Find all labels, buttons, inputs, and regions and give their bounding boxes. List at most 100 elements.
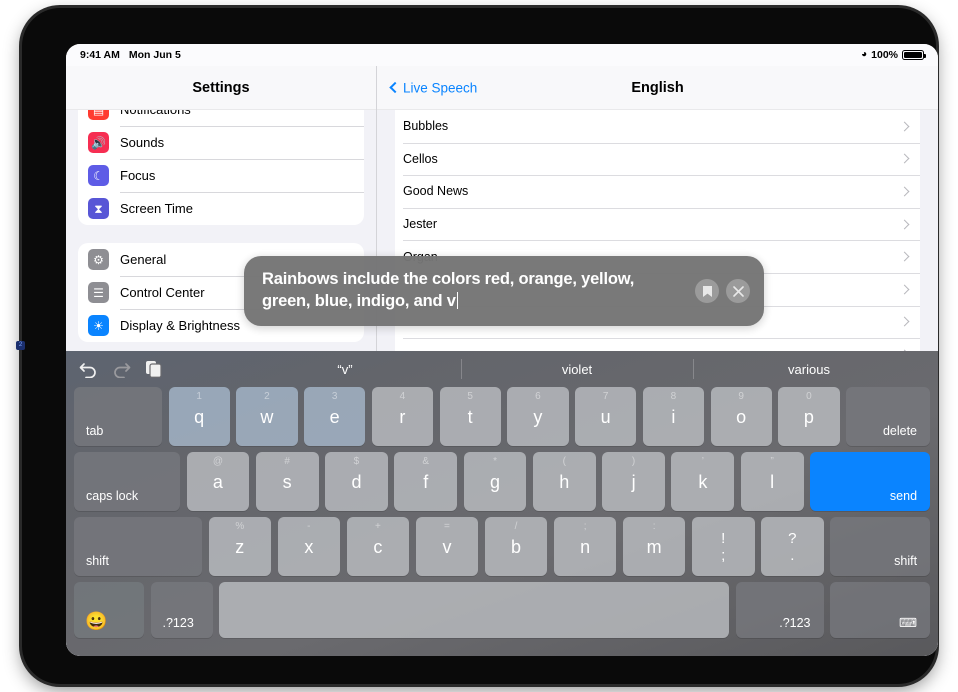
status-bar: 9:41 AM Mon Jun 5 ◕ 100% [66, 44, 938, 66]
key-alt-label: ! [721, 529, 726, 547]
prediction-candidate[interactable]: various [693, 351, 925, 387]
key-tab[interactable]: tab [74, 387, 162, 446]
key-alt-label: / [514, 521, 518, 532]
voice-list-item[interactable]: Jester [395, 207, 920, 241]
key-v[interactable]: = v [415, 517, 479, 576]
sidebar-item-label: Control Center [120, 285, 205, 300]
battery-icon [902, 50, 926, 60]
hide-keyboard-key[interactable]: ⌨ [830, 582, 930, 638]
key-k[interactable]: ’ k [671, 452, 735, 511]
numbers-key-right[interactable]: .?123 [735, 582, 824, 638]
key-alt-label: ? [788, 529, 797, 547]
key-c[interactable]: + c [346, 517, 410, 576]
display-brightness-icon: ☀ [88, 315, 109, 336]
key-alt-label: 7 [602, 391, 609, 402]
key-caps-lock[interactable]: caps lock [74, 452, 180, 511]
emoji-key[interactable]: 😀 [74, 582, 144, 638]
keyboard-tools [79, 360, 229, 378]
key-y[interactable]: 6y [507, 387, 569, 446]
key-shift[interactable]: shift [830, 517, 931, 576]
voice-label: Jester [403, 217, 438, 232]
key-alt-label: 9 [738, 391, 744, 402]
key-main-label: a [212, 471, 223, 492]
sidebar-item-sounds[interactable]: 🔊 Sounds [78, 126, 364, 159]
key-m[interactable]: :m [622, 517, 686, 576]
prediction-candidate[interactable]: “v” [229, 351, 461, 387]
key-main-label: u [600, 406, 611, 427]
paste-icon[interactable] [145, 360, 162, 378]
key-i[interactable]: 8i [642, 387, 704, 446]
key-alt-label: # [284, 456, 290, 467]
back-button-live-speech[interactable]: Live Speech [389, 80, 478, 95]
sidebar-item-label: Sounds [120, 135, 165, 150]
key-g[interactable]: * g [463, 452, 527, 511]
key-main-label: caps lock [86, 488, 139, 503]
key-t[interactable]: 5t [439, 387, 501, 446]
key-main-label: z [235, 536, 245, 557]
key-alt-label: & [422, 456, 430, 467]
key-f[interactable]: & f [394, 452, 458, 511]
key-main-label: 😀 [85, 611, 108, 631]
key-main-label: t [467, 406, 473, 427]
key-alt-label: 8 [670, 391, 677, 402]
key-alt-label: ’ [701, 456, 704, 467]
key-?.[interactable]: ?. [761, 517, 824, 576]
key-l[interactable]: ” l [740, 452, 804, 511]
chevron-right-icon [899, 186, 910, 197]
key-a[interactable]: @ a [186, 452, 250, 511]
key-main-label: o [736, 406, 747, 427]
key-delete[interactable]: delete [846, 387, 930, 446]
key-x[interactable]: -x [277, 517, 341, 576]
key-main-label: c [373, 536, 383, 557]
sidebar-item-focus[interactable]: ☾ Focus [78, 159, 364, 192]
key-main-label: f [423, 471, 429, 492]
key-z[interactable]: % z [208, 517, 272, 576]
key-r[interactable]: 4r [371, 387, 433, 446]
key-send[interactable]: send [810, 452, 931, 511]
key-b[interactable]: / b [484, 517, 548, 576]
key-p[interactable]: 0p [778, 387, 840, 446]
voice-list-item[interactable]: Cellos [395, 142, 920, 176]
key-alt-label: * [493, 456, 497, 467]
key-u[interactable]: 7u [575, 387, 637, 446]
redo-icon[interactable] [112, 361, 131, 378]
live-speech-text-value: Rainbows include the colors red, orange,… [262, 270, 635, 310]
ipad-screen: 9:41 AM Mon Jun 5 ◕ 100% Settings ▤Notif… [66, 44, 938, 656]
prediction-candidate[interactable]: violet [461, 351, 693, 387]
key-q[interactable]: 1q [168, 387, 230, 446]
undo-icon[interactable] [79, 361, 98, 378]
key-main-label: p [803, 406, 814, 427]
key-main-label: m [646, 536, 662, 557]
back-button-label: Live Speech [403, 80, 478, 95]
key-h[interactable]: (h [532, 452, 596, 511]
bookmark-icon[interactable] [695, 279, 719, 303]
key-n[interactable]: ; n [553, 517, 617, 576]
sounds-icon: 🔊 [88, 132, 109, 153]
numbers-key-left[interactable]: .?123 [150, 582, 213, 638]
key-main-label: delete [882, 423, 917, 438]
wifi-icon: ◕ [861, 49, 868, 60]
key-o[interactable]: 9o [710, 387, 772, 446]
space-key[interactable] [219, 582, 729, 638]
key-alt-label: ; [583, 521, 587, 532]
sidebar-item-screen-time[interactable]: ⧗ Screen Time [78, 192, 364, 225]
key-main-label: g [490, 471, 501, 492]
voice-list-item[interactable]: Bubbles [395, 110, 920, 143]
key-shift[interactable]: shift [74, 517, 202, 576]
voice-list-item[interactable]: Good News [395, 175, 920, 208]
key-j[interactable]: ) j [602, 452, 665, 511]
key-e[interactable]: 3e [304, 387, 366, 446]
key-w[interactable]: 2w [236, 387, 298, 446]
key-alt-label: 2 [264, 391, 270, 402]
keyboard-row-4: 😀 .?123 .?123 ⌨ [71, 582, 933, 638]
close-icon[interactable] [726, 279, 750, 303]
key-d[interactable]: $ d [325, 452, 388, 511]
status-date: Mon Jun 5 [128, 49, 181, 61]
key-alt-label: = [444, 521, 450, 532]
ipad-device-frame: 9:41 AM Mon Jun 5 ◕ 100% Settings ▤Notif… [22, 8, 938, 684]
key-alt-label: ) [631, 456, 636, 467]
key-alt-label: 0 [806, 391, 812, 402]
key--[interactable]: !; [691, 517, 755, 576]
status-bar-right: ◕ 100% [861, 49, 926, 61]
key-s[interactable]: # s [255, 452, 319, 511]
